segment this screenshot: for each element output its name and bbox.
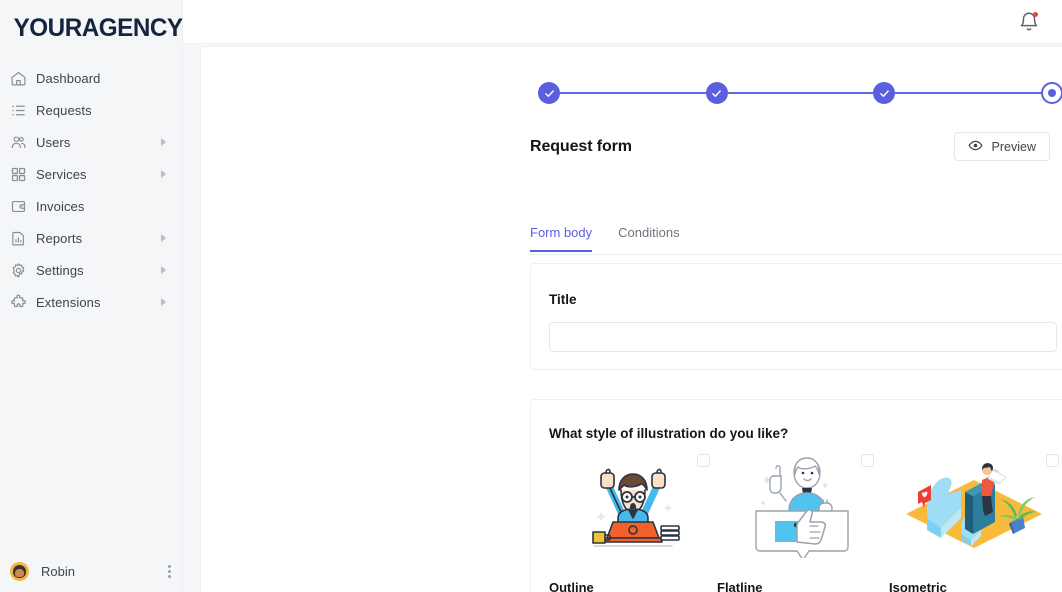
sidebar-item-label: Extensions (36, 294, 101, 310)
illustration-question-card: What style of illustration do you like? (530, 399, 1062, 592)
chart-icon (0, 230, 36, 247)
main-area: Request form Preview Form body Condition… (183, 0, 1062, 592)
stepper-connector (727, 92, 874, 94)
tab-conditions[interactable]: Conditions (618, 225, 679, 251)
chevron-right-icon (161, 298, 166, 306)
sidebar-item-users[interactable]: Users (0, 126, 182, 158)
form-tabs: Form body Conditions (530, 225, 1062, 255)
illustration-question-label: What style of illustration do you like? (549, 426, 789, 441)
sidebar-item-label: Requests (36, 102, 92, 118)
grid-icon (0, 166, 36, 183)
eye-icon (968, 138, 983, 156)
progress-stepper (538, 81, 1062, 105)
brand-logo[interactable]: YOURAGENCY (0, 0, 183, 57)
chevron-right-icon (161, 266, 166, 274)
sidebar-item-label: Settings (36, 262, 84, 278)
sidebar-user-profile[interactable]: Robin (0, 550, 183, 592)
sidebar-item-dashboard[interactable]: Dashboard (0, 62, 182, 94)
illustration-options: Outline Flatline Isometric (549, 450, 1059, 592)
option-outline-label: Outline (549, 580, 594, 592)
option-outline-checkbox[interactable] (697, 454, 710, 467)
sidebar-nav: Dashboard Requests Users Services Invoic… (0, 62, 182, 318)
sidebar: YOURAGENCY Dashboard Requests Users Serv… (0, 0, 183, 592)
preview-button[interactable]: Preview (953, 132, 1050, 161)
page-header: Request form Preview (530, 132, 1062, 161)
sidebar-item-label: Dashboard (36, 70, 101, 86)
sidebar-item-settings[interactable]: Settings (0, 254, 182, 286)
title-input[interactable] (549, 322, 1057, 352)
users-icon (0, 134, 36, 151)
sidebar-item-services[interactable]: Services (0, 158, 182, 190)
sidebar-item-reports[interactable]: Reports (0, 222, 182, 254)
page-title: Request form (530, 137, 632, 155)
outline-illustration-icon (549, 450, 717, 558)
title-field-label: Title (549, 292, 577, 307)
list-icon (0, 102, 36, 119)
stepper-step-4[interactable] (1041, 82, 1062, 104)
stepper-connector (895, 92, 1042, 94)
title-field-card: Title (530, 263, 1062, 370)
user-name: Robin (41, 563, 75, 579)
stepper-step-1[interactable] (538, 82, 560, 104)
sidebar-item-requests[interactable]: Requests (0, 94, 182, 126)
chevron-right-icon (161, 170, 166, 178)
stepper-step-2[interactable] (705, 82, 728, 104)
isometric-illustration-icon (889, 450, 1059, 558)
option-flatline-checkbox[interactable] (861, 454, 874, 467)
chevron-right-icon (161, 234, 166, 242)
sidebar-item-label: Services (36, 166, 87, 182)
avatar (10, 561, 29, 581)
tab-form-body[interactable]: Form body (530, 225, 593, 252)
stepper-connector (560, 92, 706, 94)
sidebar-item-invoices[interactable]: Invoices (0, 190, 182, 222)
brand-logo-text: YOURAGENCY (13, 14, 183, 42)
option-outline[interactable]: Outline (549, 450, 717, 592)
sidebar-item-label: Users (36, 134, 71, 150)
puzzle-icon (0, 294, 36, 311)
option-isometric-checkbox[interactable] (1046, 454, 1059, 467)
chevron-right-icon (161, 138, 166, 146)
topbar (183, 0, 1062, 44)
stepper-step-3[interactable] (873, 82, 896, 104)
gear-icon (0, 262, 36, 279)
home-icon (0, 70, 36, 87)
content-panel: Request form Preview Form body Condition… (200, 46, 1062, 592)
notification-badge (1033, 11, 1038, 17)
bell-icon[interactable] (1018, 11, 1040, 33)
preview-button-label: Preview (991, 139, 1036, 154)
option-flatline[interactable]: Flatline (717, 450, 889, 592)
option-flatline-label: Flatline (717, 580, 763, 592)
user-menu-icon[interactable] (168, 564, 171, 578)
sidebar-item-label: Reports (36, 230, 83, 246)
wallet-icon (0, 198, 36, 215)
option-isometric-label: Isometric (889, 580, 947, 592)
app-root: YOURAGENCY Dashboard Requests Users Serv… (0, 0, 1062, 592)
sidebar-item-label: Invoices (36, 198, 85, 214)
option-isometric[interactable]: Isometric (889, 450, 1059, 592)
sidebar-item-extensions[interactable]: Extensions (0, 286, 182, 318)
